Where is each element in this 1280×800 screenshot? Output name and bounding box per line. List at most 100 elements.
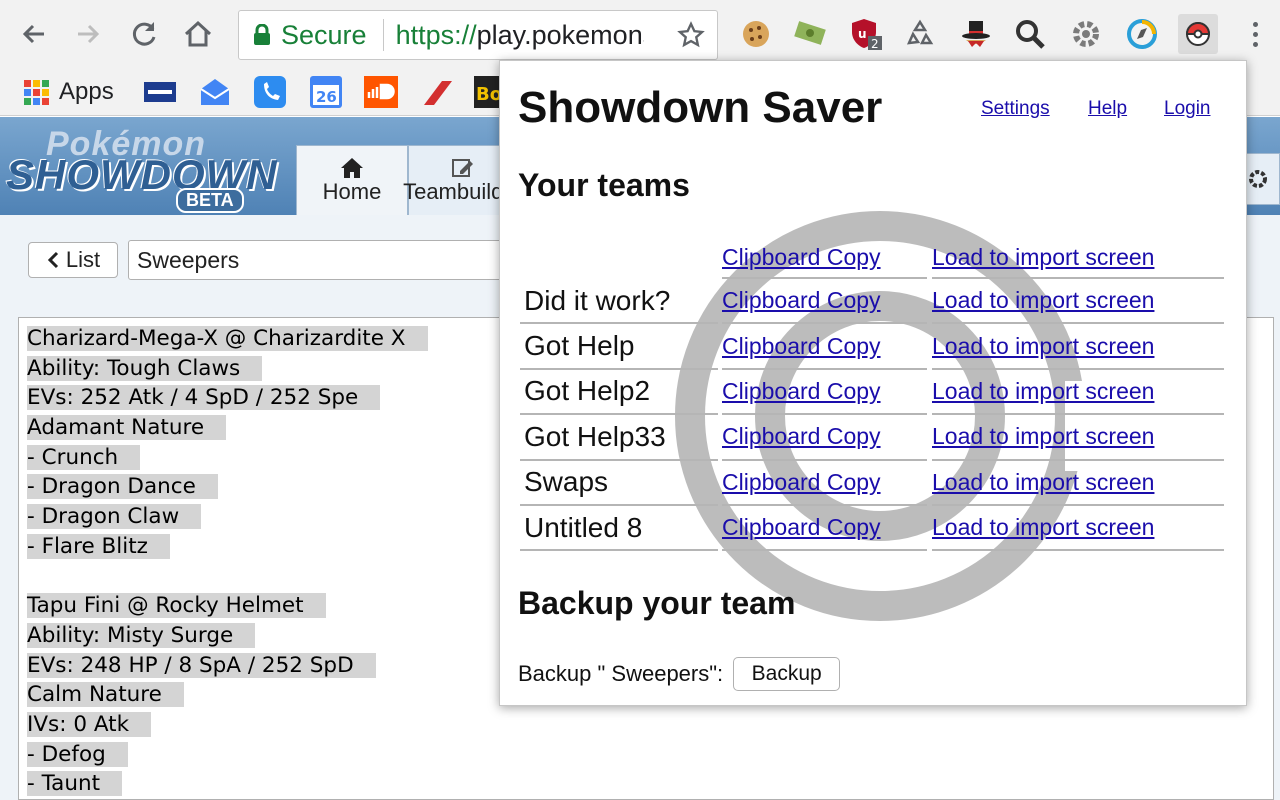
extension-gear[interactable] — [1066, 14, 1106, 54]
extension-cookie[interactable] — [736, 14, 776, 54]
settings-gear-icon — [1249, 170, 1267, 188]
red-swoosh-icon — [424, 81, 452, 105]
extension-search[interactable] — [1010, 14, 1050, 54]
bookmark-duat[interactable] — [144, 74, 176, 110]
copy-cell: Clipboard Copy — [722, 415, 927, 461]
apps-label: Apps — [59, 78, 114, 105]
tab-home[interactable]: Home — [296, 145, 408, 215]
duat-icon — [144, 82, 176, 102]
extension-showdown-saver[interactable] — [1178, 14, 1218, 54]
back-arrow-icon — [22, 24, 44, 44]
clipboard-copy-link[interactable]: Clipboard Copy — [722, 333, 881, 360]
load-cell: Load to import screen — [932, 324, 1224, 370]
bookmark-mail[interactable] — [198, 74, 232, 110]
bookmark-swoosh[interactable] — [420, 74, 454, 110]
omnibox-divider — [382, 19, 384, 51]
url-text: https://play.pokemonshowdown.com/teambui… — [396, 20, 644, 51]
bookmark-star-button[interactable] — [675, 19, 707, 51]
browser-menu-button[interactable] — [1240, 14, 1270, 54]
team-name-cell: Swaps — [520, 461, 718, 506]
secure-label: Secure — [281, 19, 367, 50]
extension-recycle[interactable] — [900, 14, 940, 54]
copy-cell: Clipboard Copy — [722, 324, 927, 370]
forward-button[interactable] — [68, 14, 108, 54]
chevron-left-icon — [47, 251, 58, 269]
back-button[interactable] — [14, 14, 54, 54]
clipboard-copy-link[interactable]: Clipboard Copy — [722, 423, 881, 450]
gear-icon — [1073, 21, 1099, 47]
bookmark-soundcloud[interactable] — [364, 74, 398, 110]
load-cell: Load to import screen — [932, 370, 1224, 416]
clipboard-copy-link[interactable]: Clipboard Copy — [722, 378, 881, 405]
extension-compass[interactable] — [1122, 14, 1162, 54]
load-to-import-link[interactable]: Load to import screen — [932, 423, 1154, 450]
load-to-import-link[interactable]: Load to import screen — [932, 244, 1154, 271]
home-outline-icon — [184, 20, 212, 47]
clipboard-copy-link[interactable]: Clipboard Copy — [722, 469, 881, 496]
showdown-logo[interactable]: Pokémon SHOWDOWN BETA — [6, 125, 291, 215]
bookmark-calendar[interactable]: 26 — [310, 74, 342, 110]
team-name-cell: Got Help — [520, 324, 718, 370]
team-text-line-content: Calm Nature — [27, 682, 184, 708]
team-text-line: IVs: 0 Atk — [27, 710, 1265, 740]
apps-grid-icon — [24, 79, 49, 105]
extension-ublock[interactable]: u2 — [846, 14, 886, 54]
tab-home-label: Home — [322, 178, 382, 204]
lock-icon — [254, 24, 270, 45]
reload-button[interactable] — [124, 14, 164, 54]
phone-icon — [254, 76, 286, 108]
team-text-line-content: EVs: 248 HP / 8 SpA / 252 SpD — [27, 652, 376, 678]
ublock-shield-icon: u2 — [852, 19, 882, 51]
home-button[interactable] — [178, 14, 218, 54]
team-name-cell: Did it work? — [520, 279, 718, 325]
menu-dot-icon — [1252, 21, 1258, 27]
calendar-day: 26 — [316, 88, 337, 106]
backup-heading: Backup your team — [518, 585, 796, 621]
team-text-line-content: Adamant Nature — [27, 415, 227, 441]
extension-money[interactable] — [790, 14, 830, 54]
team-text-line-content: IVs: 0 Atk — [27, 711, 152, 737]
bookmark-phone[interactable] — [254, 74, 286, 110]
team-text-line-content: Charizard-Mega-X @ Charizardite X — [27, 326, 428, 351]
compass-icon — [1127, 19, 1157, 49]
secure-indicator[interactable]: Secure — [239, 11, 367, 59]
pencil-icon — [452, 158, 473, 177]
team-row: Got Help33 Clipboard Copy Load to import s… — [518, 415, 1230, 461]
load-to-import-link[interactable]: Load to import screen — [932, 333, 1154, 360]
extension-badge-count: 2 — [871, 37, 879, 51]
team-row: Clipboard Copy Load to import screen — [518, 237, 1230, 279]
load-cell: Load to import screen — [932, 237, 1224, 279]
clipboard-copy-link[interactable]: Clipboard Copy — [722, 244, 881, 271]
mail-icon — [200, 79, 230, 105]
load-to-import-link[interactable]: Load to import screen — [932, 378, 1154, 405]
help-link[interactable]: Help — [1088, 98, 1127, 120]
clipboard-copy-link[interactable]: Clipboard Copy — [722, 514, 881, 541]
star-icon — [677, 21, 705, 48]
load-to-import-link[interactable]: Load to import screen — [932, 469, 1154, 496]
list-button-label: List — [65, 247, 101, 272]
copy-cell: Clipboard Copy — [722, 461, 927, 506]
team-text-line-content: Ability: Tough Claws — [27, 355, 263, 381]
extension-hat[interactable] — [956, 14, 996, 54]
team-text-line: - Defog — [27, 740, 1265, 770]
list-button[interactable]: List — [28, 242, 118, 278]
load-to-import-link[interactable]: Load to import screen — [932, 514, 1154, 541]
backup-button[interactable]: Backup — [733, 657, 841, 691]
team-name-cell: Got Help33 — [520, 415, 718, 461]
clipboard-copy-link[interactable]: Clipboard Copy — [722, 287, 881, 314]
team-row: Swaps Clipboard Copy Load to import screen — [518, 461, 1230, 506]
address-bar[interactable]: Secure https://play.pokemonshowdown.com/… — [238, 10, 718, 60]
showdown-saver-popup: Showdown Saver Settings Help Login Your … — [499, 60, 1247, 706]
bookmark-apps[interactable]: Apps — [24, 74, 114, 110]
settings-link[interactable]: Settings — [981, 98, 1050, 120]
load-to-import-link[interactable]: Load to import screen — [932, 287, 1154, 314]
menu-dot-icon — [1252, 31, 1258, 37]
soundcloud-icon — [364, 76, 398, 108]
team-row: Did it work? Clipboard Copy Load to import… — [518, 279, 1230, 325]
login-link[interactable]: Login — [1164, 98, 1211, 120]
team-name-cell — [520, 237, 718, 279]
team-name-input[interactable] — [128, 240, 508, 280]
recycle-icon — [906, 19, 934, 45]
forward-arrow-icon — [78, 24, 100, 44]
menu-dot-icon — [1252, 41, 1258, 47]
